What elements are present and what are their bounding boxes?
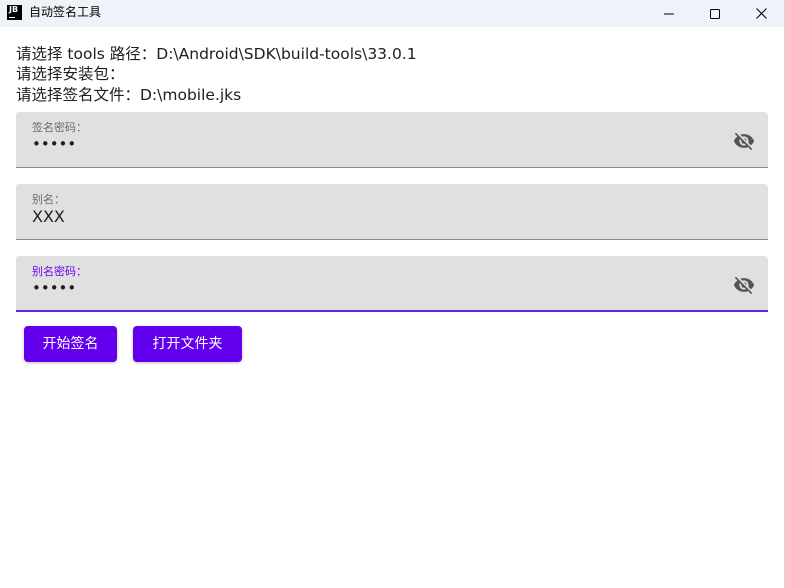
sign-file-text[interactable]: 请选择签名文件：D:\mobile.jks [16,85,241,105]
sign-password-field[interactable]: 签名密码： ••••• [16,112,768,168]
close-icon [755,8,767,19]
tools-path-text[interactable]: 请选择 tools 路径：D:\Android\SDK\build-tools\… [16,44,417,64]
title-bar[interactable]: JB 自动签名工具 [0,0,784,27]
minimize-button[interactable] [646,0,692,27]
alias-password-label: 别名密码： [32,265,87,278]
open-folder-button[interactable]: 打开文件夹 [133,326,242,362]
alias-field[interactable]: 别名： XXX [16,184,768,240]
sign-password-value[interactable]: ••••• [32,134,76,154]
eye-off-icon[interactable] [733,130,755,152]
start-sign-button[interactable]: 开始签名 [24,326,117,362]
app-logo-text: JB [9,5,19,14]
apk-path-text[interactable]: 请选择安装包： [16,64,125,84]
eye-off-icon[interactable] [733,274,755,296]
window-title: 自动签名工具 [29,5,102,19]
alias-value[interactable]: XXX [32,207,65,227]
alias-label: 别名： [32,193,65,206]
minimize-icon [664,13,674,14]
app-window: JB 自动签名工具 请选择 tools 路径：D:\Android\SDK\bu… [0,0,785,588]
alias-password-field[interactable]: 别名密码： ••••• [16,256,768,312]
close-button[interactable] [738,0,784,27]
alias-password-value[interactable]: ••••• [32,278,76,298]
sign-password-label: 签名密码： [32,121,87,134]
app-logo-icon: JB [7,5,22,20]
maximize-button[interactable] [692,0,738,27]
maximize-icon [710,8,720,19]
